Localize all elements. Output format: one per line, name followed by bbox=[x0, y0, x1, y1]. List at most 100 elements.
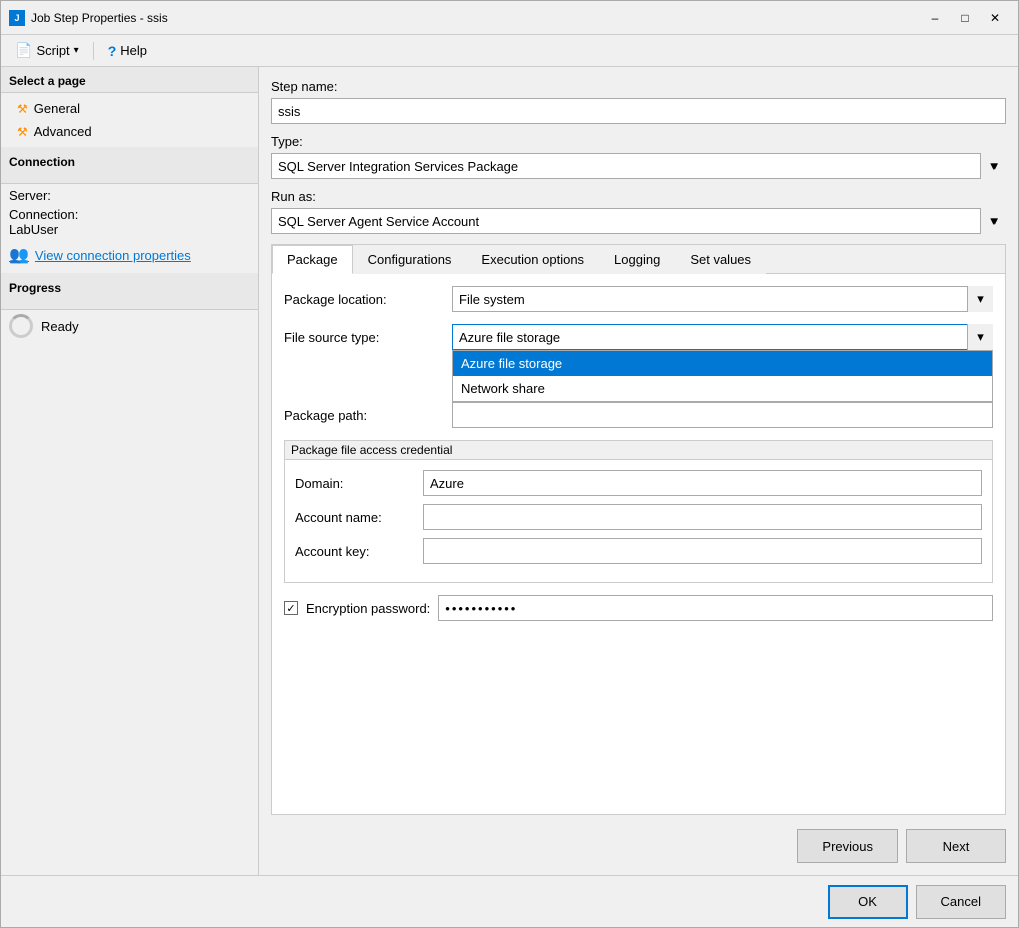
encryption-input[interactable] bbox=[438, 595, 993, 621]
file-source-type-wrap: Azure file storage Network share ▾ Azure… bbox=[452, 324, 993, 350]
tabs-container: Package Configurations Execution options… bbox=[271, 244, 1006, 815]
package-path-input[interactable] bbox=[452, 402, 993, 428]
file-source-type-row: File source type: Azure file storage Net… bbox=[284, 324, 993, 350]
run-as-label: Run as: bbox=[271, 189, 1006, 204]
close-button[interactable]: ✕ bbox=[980, 7, 1010, 29]
title-bar-left: J Job Step Properties - ssis bbox=[9, 10, 168, 26]
app-icon: J bbox=[9, 10, 25, 26]
credential-group: Package file access credential Domain: A… bbox=[284, 440, 993, 583]
minimize-button[interactable]: – bbox=[920, 7, 950, 29]
account-name-label: Account name: bbox=[295, 510, 415, 525]
right-panel: Step name: Type: SQL Server Integration … bbox=[259, 67, 1018, 875]
credential-title: Package file access credential bbox=[285, 441, 992, 460]
view-connection-icon: 👥 bbox=[9, 245, 29, 265]
connection-value: LabUser bbox=[9, 222, 58, 237]
script-button[interactable]: 📄 Script ▾ bbox=[9, 39, 85, 62]
domain-label: Domain: bbox=[295, 476, 415, 491]
type-select[interactable]: SQL Server Integration Services Package bbox=[271, 153, 1006, 179]
step-name-row: Step name: bbox=[271, 79, 1006, 124]
script-dropdown-icon: ▾ bbox=[74, 45, 79, 56]
file-source-type-label: File source type: bbox=[284, 330, 444, 345]
tab-logging[interactable]: Logging bbox=[599, 245, 675, 274]
script-icon: 📄 bbox=[15, 42, 32, 59]
domain-input[interactable] bbox=[423, 470, 982, 496]
package-path-label: Package path: bbox=[284, 408, 444, 423]
progress-spinner bbox=[9, 314, 33, 338]
package-location-select[interactable]: File system SSIS Catalog SQL Server bbox=[452, 286, 993, 312]
title-bar-controls: – □ ✕ bbox=[920, 7, 1010, 29]
ok-button[interactable]: OK bbox=[828, 885, 908, 919]
tab-execution-options[interactable]: Execution options bbox=[466, 245, 599, 274]
previous-button[interactable]: Previous bbox=[797, 829, 898, 863]
package-path-row: Package path: bbox=[284, 402, 993, 428]
step-name-input[interactable] bbox=[271, 98, 1006, 124]
next-button[interactable]: Next bbox=[906, 829, 1006, 863]
view-connection-link[interactable]: 👥 View connection properties bbox=[9, 241, 250, 269]
prev-next-bar: Previous Next bbox=[271, 829, 1006, 863]
type-row: Type: SQL Server Integration Services Pa… bbox=[271, 134, 1006, 179]
select-page-section: Select a page bbox=[1, 67, 258, 93]
file-source-dropdown: Azure file storage Network share bbox=[452, 350, 993, 402]
connection-section: Connection bbox=[1, 147, 258, 184]
run-as-select[interactable]: SQL Server Agent Service Account bbox=[271, 208, 1006, 234]
general-icon: ⚒ bbox=[17, 102, 28, 116]
package-location-wrap: File system SSIS Catalog SQL Server ▾ bbox=[452, 286, 993, 312]
help-label: Help bbox=[120, 43, 147, 58]
file-source-type-select[interactable]: Azure file storage Network share bbox=[452, 324, 993, 350]
sidebar-items: ⚒ General ⚒ Advanced bbox=[1, 93, 258, 147]
encryption-label: Encryption password: bbox=[306, 601, 430, 616]
tab-package[interactable]: Package bbox=[272, 245, 353, 274]
main-content: Select a page ⚒ General ⚒ Advanced Conne… bbox=[1, 67, 1018, 875]
tabs-header: Package Configurations Execution options… bbox=[272, 245, 1005, 274]
encryption-checkbox[interactable]: ✓ bbox=[284, 601, 298, 615]
progress-status: Ready bbox=[41, 319, 79, 334]
toolbar-separator bbox=[93, 42, 94, 60]
encryption-row: ✓ Encryption password: bbox=[284, 595, 993, 621]
connection-title: Connection bbox=[9, 155, 250, 169]
view-connection-label: View connection properties bbox=[35, 248, 191, 263]
window-title: Job Step Properties - ssis bbox=[31, 11, 168, 25]
select-page-title: Select a page bbox=[9, 74, 86, 88]
package-location-label: Package location: bbox=[284, 292, 444, 307]
tab-set-values[interactable]: Set values bbox=[675, 245, 766, 274]
server-row: Server: bbox=[9, 188, 250, 203]
progress-title: Progress bbox=[9, 281, 250, 295]
account-key-input[interactable] bbox=[423, 538, 982, 564]
cancel-button[interactable]: Cancel bbox=[916, 885, 1006, 919]
type-select-wrapper: SQL Server Integration Services Package … bbox=[271, 153, 1006, 179]
help-icon: ? bbox=[108, 43, 117, 59]
connection-info: Server: Connection: LabUser 👥 View conne… bbox=[1, 184, 258, 273]
script-label: Script bbox=[36, 43, 69, 58]
window: J Job Step Properties - ssis – □ ✕ 📄 Scr… bbox=[0, 0, 1019, 928]
run-as-row: Run as: SQL Server Agent Service Account… bbox=[271, 189, 1006, 234]
checkmark-icon: ✓ bbox=[286, 602, 295, 615]
sidebar-item-advanced[interactable]: ⚒ Advanced bbox=[1, 120, 258, 143]
maximize-button[interactable]: □ bbox=[950, 7, 980, 29]
package-location-row: Package location: File system SSIS Catal… bbox=[284, 286, 993, 312]
footer: OK Cancel bbox=[1, 875, 1018, 927]
progress-section: Progress bbox=[1, 273, 258, 310]
help-button[interactable]: ? Help bbox=[102, 40, 153, 62]
sidebar-item-label-general: General bbox=[34, 101, 80, 116]
connection-row: Connection: LabUser bbox=[9, 207, 250, 237]
run-as-select-wrapper: SQL Server Agent Service Account ▾ bbox=[271, 208, 1006, 234]
account-name-input[interactable] bbox=[423, 504, 982, 530]
account-name-row: Account name: bbox=[295, 504, 982, 530]
tab-configurations[interactable]: Configurations bbox=[353, 245, 467, 274]
account-key-row: Account key: bbox=[295, 538, 982, 564]
title-bar: J Job Step Properties - ssis – □ ✕ bbox=[1, 1, 1018, 35]
account-key-label: Account key: bbox=[295, 544, 415, 559]
dropdown-item-azure[interactable]: Azure file storage bbox=[453, 351, 992, 376]
progress-content: Ready bbox=[1, 310, 258, 342]
dropdown-item-network[interactable]: Network share bbox=[453, 376, 992, 401]
domain-row: Domain: bbox=[295, 470, 982, 496]
connection-label: Connection: bbox=[9, 207, 78, 222]
server-label: Server: bbox=[9, 188, 51, 203]
toolbar: 📄 Script ▾ ? Help bbox=[1, 35, 1018, 67]
step-name-label: Step name: bbox=[271, 79, 1006, 94]
sidebar-item-general[interactable]: ⚒ General bbox=[1, 97, 258, 120]
package-path-wrap bbox=[452, 402, 993, 428]
tab-content-package: Package location: File system SSIS Catal… bbox=[272, 274, 1005, 814]
sidebar: Select a page ⚒ General ⚒ Advanced Conne… bbox=[1, 67, 259, 875]
type-label: Type: bbox=[271, 134, 1006, 149]
